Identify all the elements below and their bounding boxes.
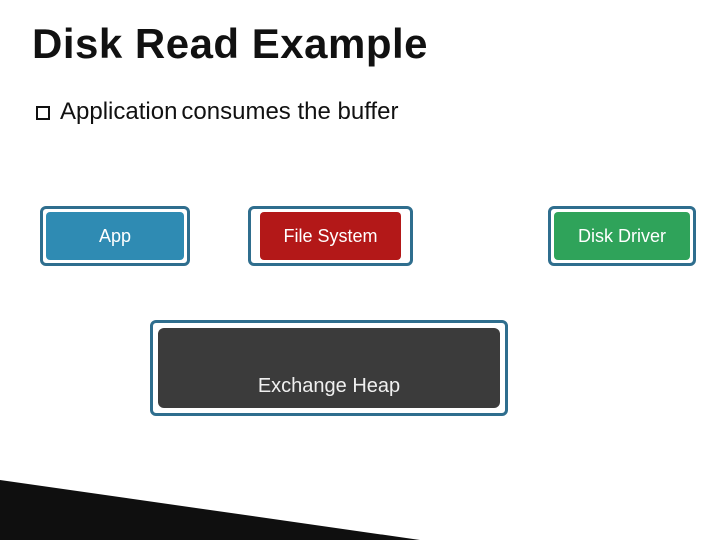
bullet-rest-text: consumes the buffer <box>181 98 398 126</box>
bullet-line: Application consumes the buffer <box>36 98 398 126</box>
slide: Disk Read Example Application consumes t… <box>0 0 720 540</box>
bullet-lead-word: Application <box>60 98 177 126</box>
exchange-heap-box: Exchange Heap <box>158 328 500 408</box>
square-bullet-icon <box>36 106 50 120</box>
exchange-heap-label: Exchange Heap <box>258 375 400 398</box>
decorative-wedge-dark <box>0 480 420 540</box>
app-label: App <box>99 226 131 247</box>
file-system-label: File System <box>283 226 377 247</box>
disk-driver-box: Disk Driver <box>554 212 690 260</box>
slide-title: Disk Read Example <box>32 20 428 68</box>
file-system-box: File System <box>260 212 401 260</box>
disk-driver-label: Disk Driver <box>578 226 666 247</box>
app-box: App <box>46 212 184 260</box>
